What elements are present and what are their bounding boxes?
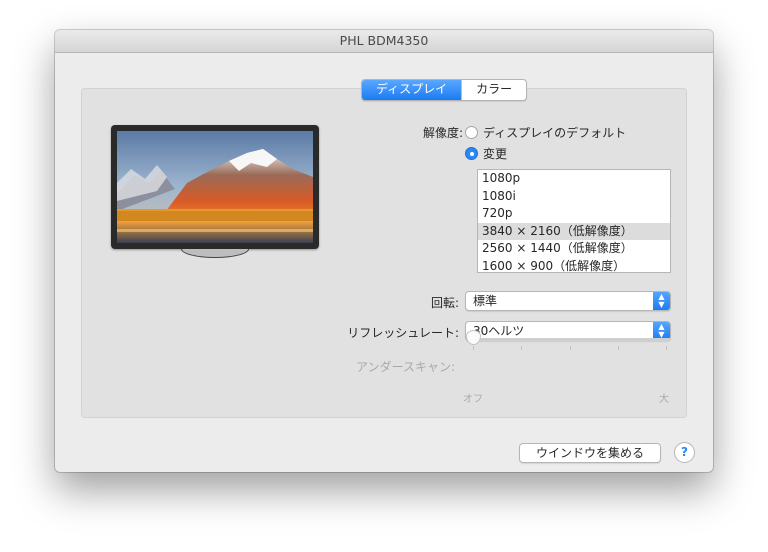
display-preferences-window: PHL BDM4350 ディスプレイ カラー 解像度: ディスプレイのデフォルト… [55,30,713,472]
help-button[interactable]: ? [674,442,695,463]
resolution-label: 解像度: [422,126,463,140]
underscan-slider-track[interactable] [471,338,671,341]
refresh-rate-label: リフレッシュレート: [347,326,459,340]
underscan-min-label: オフ [463,394,483,405]
radio-scaled-label: 変更 [483,147,508,161]
list-item-selected[interactable]: 3840 × 2160（低解像度） [478,222,670,240]
list-item[interactable]: 720p [478,205,670,223]
radio-default-indicator[interactable] [465,126,478,139]
popup-arrows-icon: ▲ ▼ [653,292,670,310]
tab-display[interactable]: ディスプレイ [362,80,462,100]
list-item[interactable]: 1080p [478,170,670,188]
rotation-label: 回転: [430,296,459,310]
slider-tick [570,346,571,350]
list-item[interactable]: 2560 × 1440（低解像度） [478,240,670,258]
resolution-list[interactable]: 1080p 1080i 720p 3840 × 2160（低解像度） 2560 … [477,169,671,273]
wallpaper-image [117,131,313,243]
gather-windows-button[interactable]: ウインドウを集める [519,443,661,463]
list-item[interactable]: 1080i [478,188,670,206]
radio-scaled-indicator[interactable] [465,147,478,160]
slider-tick [473,346,474,350]
underscan-label: アンダースキャン: [356,360,455,374]
rotation-popup[interactable]: 標準 ▲ ▼ [465,291,671,311]
slider-tick [618,346,619,350]
monitor-illustration [111,125,319,249]
window-title: PHL BDM4350 [55,30,713,53]
radio-default[interactable]: ディスプレイのデフォルト [465,124,626,141]
slider-tick [521,346,522,350]
slider-tick [666,346,667,350]
radio-scaled[interactable]: 変更 [465,145,507,162]
list-item[interactable]: 1600 × 900（低解像度） [478,258,670,273]
underscan-max-label: 大 [659,394,669,405]
radio-default-label: ディスプレイのデフォルト [483,126,627,140]
rotation-value: 標準 [473,294,498,308]
tab-bar: ディスプレイ カラー [361,79,528,101]
tab-color[interactable]: カラー [461,80,526,100]
